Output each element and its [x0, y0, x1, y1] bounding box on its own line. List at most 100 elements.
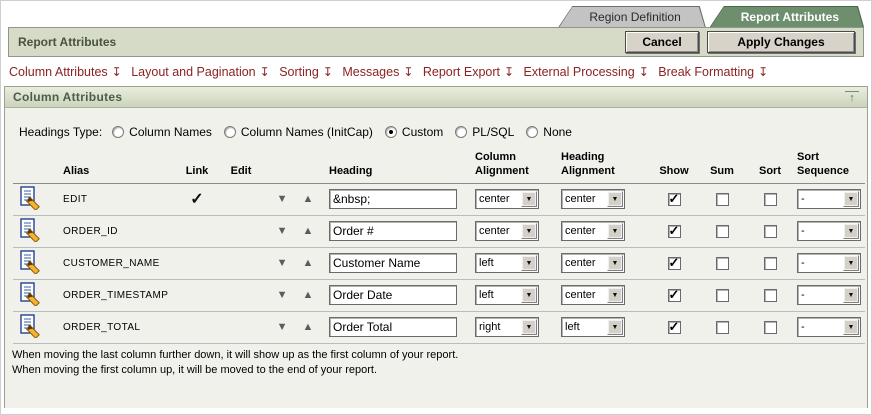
table-row: CUSTOMER_NAME ✓ ▼ ▲ left▼ center▼ ✓ ✓ ✓ — [13, 247, 865, 279]
radio-column-names[interactable]: Column Names — [112, 125, 212, 139]
radio-none[interactable]: None — [526, 125, 572, 139]
select-value: - — [801, 321, 805, 333]
move-down-button[interactable]: ▼ — [271, 193, 294, 205]
move-down-button[interactable]: ▼ — [271, 289, 294, 301]
nav-link-sorting[interactable]: Sorting — [279, 65, 319, 79]
sort-checkbox[interactable]: ✓ — [763, 192, 777, 206]
sort-sequence-select[interactable]: - ▼ — [797, 221, 861, 241]
nav-link-column-attributes[interactable]: Column Attributes — [9, 65, 108, 79]
sort-checkbox[interactable]: ✓ — [763, 256, 777, 270]
sort-sequence-select[interactable]: - ▼ — [797, 189, 861, 209]
radio-plsql[interactable]: PL/SQL — [455, 125, 514, 139]
table-header-row: Alias Link Edit Heading Column Alignment… — [13, 149, 865, 183]
link-header: Link — [185, 164, 209, 177]
edit-column-icon[interactable] — [19, 313, 45, 339]
show-checkbox[interactable]: ✓ — [667, 319, 681, 334]
column-alignment-select[interactable]: center ▼ — [475, 221, 539, 241]
nav-link-external-processing[interactable]: External Processing — [524, 65, 635, 79]
sort-sequence-select[interactable]: - ▼ — [797, 285, 861, 305]
nav-link-layout-and-pagination[interactable]: Layout and Pagination — [131, 65, 255, 79]
show-checkbox[interactable]: ✓ — [667, 255, 681, 270]
select-value: left — [565, 321, 580, 333]
nav-link-report-export[interactable]: Report Export — [423, 65, 500, 79]
column-alignment-select[interactable]: left ▼ — [475, 253, 539, 273]
radio-icon — [526, 126, 539, 138]
collapse-up-icon[interactable]: ↑ — [845, 90, 859, 104]
sum-checkbox[interactable]: ✓ — [715, 224, 729, 238]
heading-alignment-select[interactable]: left ▼ — [561, 317, 625, 337]
heading-alignment-select[interactable]: center ▼ — [561, 189, 625, 209]
radio-icon — [455, 126, 468, 138]
sort-checkbox[interactable]: ✓ — [763, 224, 777, 238]
select-value: left — [479, 257, 494, 269]
column-alias: EDIT — [63, 194, 88, 205]
radio-column-names-initcap[interactable]: Column Names (InitCap) — [223, 125, 373, 139]
heading-input[interactable] — [329, 253, 457, 273]
select-value: center — [565, 257, 596, 269]
heading-alignment-select[interactable]: center ▼ — [561, 285, 625, 305]
tab-report-attributes[interactable]: Report Attributes — [706, 6, 864, 27]
select-value: - — [801, 257, 805, 269]
toolbar: Report Attributes Cancel Apply Changes — [8, 27, 864, 57]
edit-column-icon[interactable] — [19, 185, 45, 211]
move-up-button[interactable]: ▲ — [297, 225, 320, 237]
check-icon: ✓ — [668, 286, 680, 302]
heading-input[interactable] — [329, 317, 457, 337]
nav-link-break-formatting[interactable]: Break Formatting — [658, 65, 754, 79]
sort-sequence-select[interactable]: - ▼ — [797, 253, 861, 273]
headings-type-label: Headings Type: — [19, 125, 103, 139]
down-arrow-icon: ↧ — [403, 65, 414, 79]
note-line: When moving the last column further down… — [12, 348, 459, 361]
down-arrow-icon: ↧ — [638, 65, 649, 79]
radio-label: Column Names — [129, 125, 212, 139]
sum-checkbox[interactable]: ✓ — [715, 288, 729, 302]
edit-cell — [219, 215, 263, 247]
heading-alignment-select[interactable]: center ▼ — [561, 253, 625, 273]
dropdown-arrow-icon: ▼ — [521, 223, 537, 239]
column-alignment-select[interactable]: center ▼ — [475, 189, 539, 209]
sort-checkbox[interactable]: ✓ — [763, 320, 777, 334]
edit-cell — [219, 311, 263, 343]
headings-type-row: Headings Type: Column Names Column Names… — [5, 108, 867, 147]
sort-checkbox[interactable]: ✓ — [763, 288, 777, 302]
edit-cell — [219, 279, 263, 311]
move-up-button[interactable]: ▲ — [297, 321, 320, 333]
down-arrow-icon: ↧ — [322, 65, 333, 79]
edit-column-icon[interactable] — [19, 281, 45, 307]
edit-header: Edit — [230, 164, 252, 177]
move-down-button[interactable]: ▼ — [271, 257, 294, 269]
move-down-button[interactable]: ▼ — [271, 321, 294, 333]
nav-link-messages[interactable]: Messages — [342, 65, 399, 79]
table-row: ORDER_TOTAL ✓ ▼ ▲ right▼ left▼ ✓ ✓ ✓ — [13, 311, 865, 343]
show-checkbox[interactable]: ✓ — [667, 191, 681, 206]
cancel-button[interactable]: Cancel — [625, 31, 699, 53]
apply-changes-button[interactable]: Apply Changes — [707, 31, 855, 53]
move-down-button[interactable]: ▼ — [271, 225, 294, 237]
region-title: Column Attributes — [13, 90, 123, 104]
select-value: - — [801, 225, 805, 237]
dropdown-arrow-icon: ▼ — [521, 255, 537, 271]
icon-column-header — [13, 149, 61, 183]
edit-cell — [219, 183, 263, 215]
link-checkmark-icon: ✓ — [190, 191, 204, 208]
show-checkbox[interactable]: ✓ — [667, 223, 681, 238]
select-value: center — [479, 225, 510, 237]
move-up-button[interactable]: ▲ — [297, 257, 320, 269]
radio-custom[interactable]: Custom — [384, 125, 443, 139]
move-up-button[interactable]: ▲ — [297, 193, 320, 205]
column-alignment-select[interactable]: left ▼ — [475, 285, 539, 305]
sum-checkbox[interactable]: ✓ — [715, 192, 729, 206]
sum-checkbox[interactable]: ✓ — [715, 256, 729, 270]
column-alignment-select[interactable]: right ▼ — [475, 317, 539, 337]
heading-alignment-select[interactable]: center ▼ — [561, 221, 625, 241]
tab-region-definition[interactable]: Region Definition — [554, 6, 705, 27]
heading-input[interactable] — [329, 189, 457, 209]
heading-input[interactable] — [329, 285, 457, 305]
sum-checkbox[interactable]: ✓ — [715, 320, 729, 334]
edit-column-icon[interactable] — [19, 217, 45, 243]
edit-column-icon[interactable] — [19, 249, 45, 275]
heading-input[interactable] — [329, 221, 457, 241]
move-up-button[interactable]: ▲ — [297, 289, 320, 301]
show-checkbox[interactable]: ✓ — [667, 286, 681, 302]
sort-sequence-select[interactable]: - ▼ — [797, 317, 861, 337]
